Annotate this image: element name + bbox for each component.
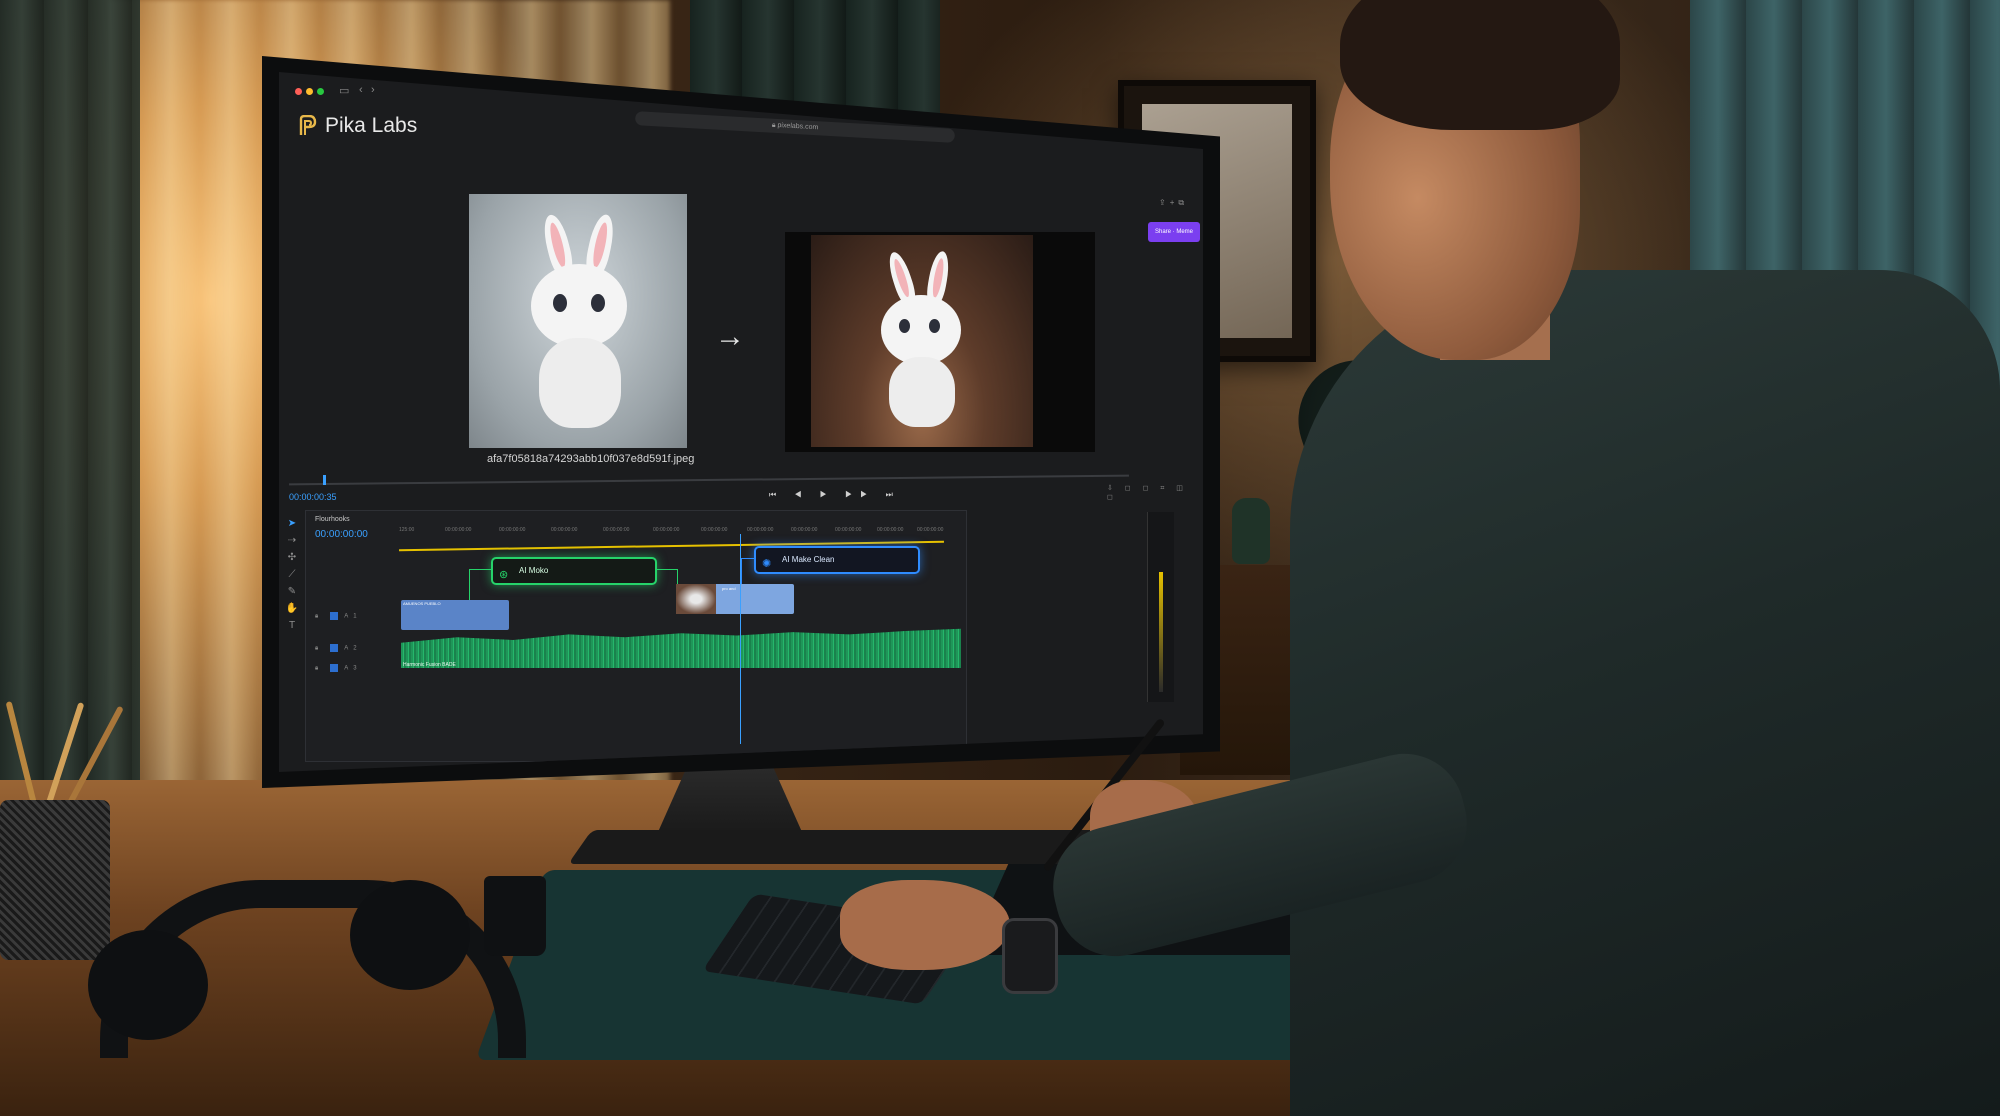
tabs-icon[interactable]: ⧉ [1178,198,1188,207]
track-target-chip[interactable] [329,644,338,652]
headphone-cup [350,880,470,990]
transport-controls[interactable]: ⏮ ◀ ▶ ▶▶ ⏭ [769,490,901,500]
preview-timecode: 00:00:00:35 [289,492,337,502]
output-video[interactable] [811,235,1033,447]
node-connector [741,558,755,585]
photo-scene: ▭ ‹ › 🔒︎ pixelabs.com ⇪+⧉ Pika Labs Shar… [0,0,2000,1116]
monitor-screen: ▭ ‹ › 🔒︎ pixelabs.com ⇪+⧉ Pika Labs Shar… [279,72,1203,772]
scrub-handle[interactable] [323,475,326,485]
track-controls[interactable]: 🔒︎ A3 [315,664,362,673]
lock-icon[interactable]: 🔒︎ [315,646,323,652]
source-filename: afa7f05818a74293abb10f037e8d591f.jpeg [487,453,695,465]
timeline-ruler: 125:00 00:00:00:00 00:00:00:00 00:00:00:… [399,527,959,537]
ripple-tool-icon[interactable]: ✣ [283,552,301,569]
ruler-tick: 00:00:00:00 [653,527,680,533]
cup [484,876,546,956]
node-connector [469,569,492,602]
timeline-panel-title: Flourhooks [315,516,350,523]
timeline-timecode: 00:00:00:00 [315,529,368,540]
track-name: A1 [344,613,362,620]
viewer-tools[interactable]: ⇩ ◻ ◻ ⌗ ◫ ◻ [1107,484,1203,501]
address-bar-url: pixelabs.com [777,122,819,132]
ai-node-blue[interactable]: ✺ AI Make Clean [754,546,920,574]
ai-search-icon: ⊛ [499,569,509,581]
track-name: A3 [344,665,362,672]
ruler-tick: 00:00:00:00 [445,527,472,533]
ruler-tick: 00:00:00:00 [603,527,630,533]
ruler-tick: 00:00:00:00 [835,527,862,533]
clip-label: AMUENOS PUEBLO [403,601,441,606]
track-controls[interactable]: 🔒︎ A1 [315,612,362,621]
app-brand[interactable]: Pika Labs [299,114,417,138]
track-name: A2 [344,645,362,652]
ruler-tick: 00:00:00:00 [877,527,904,533]
arrow-right-icon: → [715,320,745,353]
type-tool-icon[interactable]: T [283,620,301,637]
ruler-tick: 00:00:00:00 [551,527,578,533]
ruler-tick: 00:00:00:00 [499,527,526,533]
audio-clip-label: Harmonic Fusion BADE [403,662,456,668]
track-controls[interactable]: 🔒︎ A2 [315,644,362,653]
close-window-icon[interactable] [295,88,302,95]
sidebar-toggle-icon[interactable]: ▭ [339,84,349,97]
ruler-tick: 125:00 [399,527,415,533]
clip-label: pro and [722,586,736,591]
ruler-tick: 00:00:00:00 [747,527,774,533]
ai-node-green-label: AI Moko [519,566,549,575]
bunny-character [519,212,639,434]
right-hand [840,880,1010,970]
ruler-tick: 00:00:00:00 [917,527,944,533]
ruler-tick: 00:00:00:00 [701,527,728,533]
lock-icon[interactable]: 🔒︎ [315,666,323,672]
hand-tool-icon[interactable]: ✋ [283,603,301,620]
ai-node-green[interactable]: ⊛ AI Moko [491,557,657,585]
track-target-chip[interactable] [329,664,338,672]
video-clip[interactable]: pro and [676,584,794,614]
wristwatch [1002,918,1058,994]
pika-logo-icon [299,115,317,135]
preview-scrub-bar[interactable] [289,474,1129,486]
timeline-playhead[interactable] [740,534,741,744]
pen-tool-icon[interactable]: ✎ [283,586,301,603]
monitor-foot [568,830,1112,864]
track-select-icon[interactable]: ⇢ [283,535,301,552]
razor-tool-icon[interactable]: ⟋ [283,569,301,586]
select-tool-icon[interactable]: ➤ [283,518,301,535]
ai-sparkle-icon: ✺ [762,558,772,570]
lock-icon: 🔒︎ [771,121,776,129]
tool-column: ➤ ⇢ ✣ ⟋ ✎ ✋ T [283,518,301,637]
vase [1232,498,1270,564]
ruler-tick: 00:00:00:00 [791,527,818,533]
pencil-cup [0,800,110,960]
share-meme-button[interactable]: Share · Meme [1148,222,1200,242]
app-name: Pika Labs [325,114,418,137]
browser-actions: ⇪+⧉ [1159,198,1188,208]
minimize-window-icon[interactable] [306,88,313,95]
maximize-window-icon[interactable] [317,88,324,95]
share-icon[interactable]: ⇪ [1159,198,1170,207]
ai-node-blue-label: AI Make Clean [782,555,835,564]
lock-icon[interactable]: 🔒︎ [315,614,323,620]
person-shirt [1290,270,2000,1116]
back-icon[interactable]: ‹ [359,84,363,96]
video-clip[interactable]: AMUENOS PUEBLO [401,600,509,630]
person-hair [1340,0,1620,130]
audio-meter [1147,512,1174,702]
forward-icon[interactable]: › [371,84,375,96]
track-target-chip[interactable] [329,612,338,620]
headphone-cup [88,930,208,1040]
dancing-bunny [871,249,981,441]
source-image [469,194,687,448]
clip-thumbnail [676,584,716,614]
